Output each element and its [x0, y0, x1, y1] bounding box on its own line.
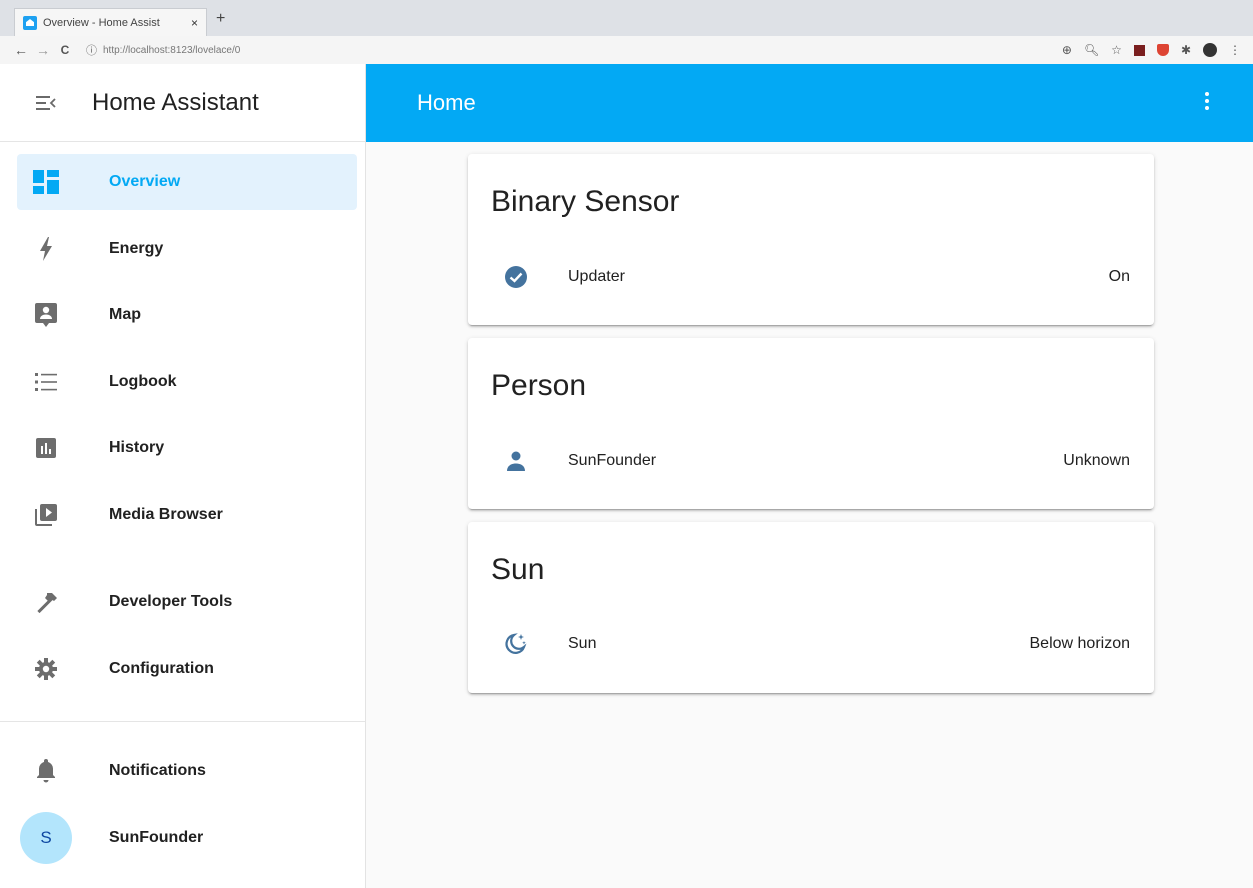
- entities-card: Binary Sensor Updater On: [468, 154, 1154, 325]
- lightning-bolt-icon: [17, 237, 75, 261]
- browser-menu-icon[interactable]: ⋮: [1229, 43, 1241, 57]
- shield-extension-icon[interactable]: [1156, 44, 1169, 56]
- entity-name: Sun: [568, 635, 597, 652]
- new-tab-button[interactable]: +: [216, 10, 225, 28]
- sidebar-item-energy[interactable]: Energy: [17, 221, 357, 277]
- play-box-multiple-icon: [17, 504, 75, 526]
- map-account-icon: [17, 303, 75, 327]
- url-field[interactable]: ⓘ http://localhost:8123/lovelace/0: [86, 42, 240, 58]
- entity-state: Unknown: [1063, 452, 1130, 469]
- forward-button[interactable]: →: [32, 42, 54, 58]
- zoom-icon[interactable]: 🔍︎: [1084, 43, 1099, 57]
- sidebar-item-label: Overview: [109, 173, 181, 190]
- entities-card: Person SunFounder Unknown: [468, 338, 1154, 509]
- sidebar-item-label: SunFounder: [109, 829, 204, 846]
- sidebar-item-label: Media Browser: [109, 506, 223, 523]
- back-button[interactable]: ←: [10, 42, 32, 58]
- entity-state: On: [1108, 268, 1130, 285]
- list-icon: [17, 372, 75, 392]
- sidebar-item-media-browser[interactable]: Media Browser: [17, 487, 357, 543]
- url-text: http://localhost:8123/lovelace/0: [103, 44, 241, 56]
- sidebar-item-label: Energy: [109, 240, 164, 257]
- sidebar-item-notifications[interactable]: Notifications: [17, 743, 357, 799]
- dots-vertical-icon: [1205, 92, 1209, 96]
- sidebar-item-label: Logbook: [109, 373, 177, 390]
- account-icon: [468, 449, 564, 473]
- hammer-icon: [17, 591, 75, 613]
- sidebar-item-configuration[interactable]: Configuration: [17, 641, 357, 697]
- tab-close-button[interactable]: ×: [191, 16, 198, 30]
- cog-icon: [17, 658, 75, 680]
- browser-tab[interactable]: Overview - Home Assist ×: [14, 8, 207, 36]
- sidebar-item-label: Developer Tools: [109, 593, 233, 610]
- entity-row[interactable]: SunFounder Unknown: [468, 441, 1154, 481]
- entity-state: Below horizon: [1029, 635, 1131, 652]
- sidebar-header: Home Assistant: [0, 64, 365, 142]
- browser-tab-bar: Overview - Home Assist × +: [0, 0, 1253, 36]
- sidebar-item-label: History: [109, 439, 165, 456]
- info-icon[interactable]: ⓘ: [86, 42, 97, 58]
- sidebar-item-logbook[interactable]: Logbook: [17, 354, 357, 410]
- card-title: Person: [491, 369, 587, 402]
- menu-open-icon: [36, 95, 56, 110]
- entity-name: SunFounder: [568, 452, 657, 469]
- dashboard-icon: [17, 170, 75, 194]
- tab-title: Overview - Home Assist: [43, 16, 160, 29]
- app-title: Home Assistant: [92, 88, 259, 116]
- reload-button[interactable]: C: [54, 43, 76, 57]
- add-icon[interactable]: ⊕: [1062, 43, 1072, 57]
- puzzle-icon[interactable]: ✱: [1181, 43, 1191, 57]
- extension-square-icon[interactable]: [1133, 44, 1145, 56]
- page-title: Home: [417, 90, 476, 115]
- profile-icon[interactable]: [1203, 43, 1217, 57]
- avatar: S: [20, 812, 72, 864]
- card-title: Sun: [491, 553, 545, 586]
- menu-toggle-button[interactable]: [0, 95, 92, 111]
- star-icon[interactable]: ☆: [1111, 43, 1122, 57]
- user-avatar-wrap: S: [17, 812, 75, 864]
- sidebar-item-label: Map: [109, 306, 141, 323]
- entities-card: Sun Sun Below horizon: [468, 522, 1154, 693]
- top-app-bar: Home: [366, 64, 1253, 142]
- more-options-button[interactable]: [1205, 92, 1209, 110]
- sidebar: Home Assistant Overview Energy Map Logbo…: [0, 64, 366, 888]
- chart-box-icon: [17, 438, 75, 458]
- sidebar-item-label: Notifications: [109, 762, 206, 779]
- check-circle-icon: [468, 265, 564, 289]
- home-assistant-favicon: [23, 15, 37, 30]
- entity-row[interactable]: Updater On: [468, 257, 1154, 297]
- sidebar-item-label: Configuration: [109, 660, 214, 677]
- weather-night-icon: [468, 632, 564, 656]
- bell-icon: [17, 759, 75, 783]
- sidebar-divider: [0, 721, 365, 722]
- sidebar-item-developer-tools[interactable]: Developer Tools: [17, 574, 357, 630]
- sidebar-item-history[interactable]: History: [17, 420, 357, 476]
- sidebar-item-overview[interactable]: Overview: [17, 154, 357, 210]
- entity-row[interactable]: Sun Below horizon: [468, 624, 1154, 664]
- browser-extensions: ⊕ 🔍︎ ☆ ✱ ⋮: [1062, 36, 1241, 64]
- card-title: Binary Sensor: [491, 185, 680, 218]
- sidebar-item-user[interactable]: S SunFounder: [17, 810, 357, 866]
- address-bar: ← → C ⓘ http://localhost:8123/lovelace/0…: [0, 36, 1253, 64]
- entity-name: Updater: [568, 268, 625, 285]
- sidebar-item-map[interactable]: Map: [17, 287, 357, 343]
